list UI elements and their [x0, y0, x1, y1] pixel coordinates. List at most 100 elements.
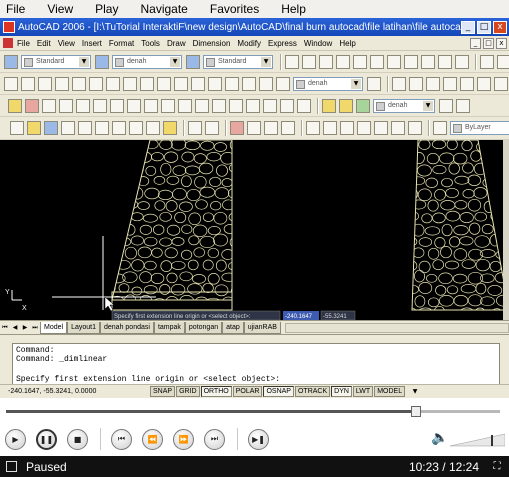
save-icon[interactable] [44, 121, 58, 135]
polygon-icon[interactable] [336, 54, 350, 69]
rotate-modify-icon[interactable] [144, 98, 158, 113]
new-file-icon[interactable] [10, 121, 24, 135]
first-tab-arrow-icon[interactable]: ⏮ [0, 322, 10, 333]
stretch-icon[interactable] [178, 98, 192, 113]
dimension-update-icon[interactable] [276, 76, 290, 91]
offset-icon[interactable] [93, 98, 107, 113]
explode-icon[interactable] [297, 98, 311, 113]
dim-style-combo[interactable]: denah ▼ [112, 54, 182, 69]
polar-toggle[interactable]: POLAR [232, 386, 263, 397]
quick-dimension-icon[interactable] [140, 76, 154, 91]
tab-ujianrab[interactable]: ujianRAB [243, 321, 281, 334]
break-icon[interactable] [229, 98, 243, 113]
tab-tampak[interactable]: tampak [153, 321, 185, 334]
previous-button[interactable]: ⏮ [111, 428, 132, 450]
line-icon[interactable] [285, 54, 299, 69]
zoom-previous-icon[interactable] [281, 121, 295, 135]
spline-icon[interactable] [421, 54, 435, 69]
menu-express[interactable]: Express [268, 39, 297, 48]
snap-midpoint-icon[interactable] [426, 76, 440, 91]
seek-track[interactable] [6, 406, 500, 417]
document-icon[interactable] [3, 38, 13, 48]
radius-dimension-icon[interactable] [72, 76, 86, 91]
aligned-dimension-icon[interactable] [21, 76, 35, 91]
rewind-button[interactable]: ⏪ [142, 428, 163, 450]
volume-slider[interactable] [450, 433, 505, 447]
fullscreen-icon[interactable]: ⛶ [491, 461, 503, 473]
baseline-dimension-icon[interactable] [157, 76, 171, 91]
menu-format[interactable]: Format [109, 39, 134, 48]
layer-previous-icon[interactable] [456, 98, 470, 113]
model-toggle[interactable]: MODEL [374, 386, 406, 397]
next-button[interactable]: ⏭ [204, 428, 225, 450]
match-properties-brush-icon[interactable] [163, 121, 177, 135]
autocad-app-icon[interactable] [3, 21, 15, 33]
player-menu-file[interactable]: File [6, 2, 25, 16]
play-button[interactable]: ▶ [5, 428, 26, 450]
menu-modify[interactable]: Modify [237, 39, 261, 48]
grid-toggle[interactable]: GRID [176, 386, 200, 397]
move-icon[interactable] [480, 54, 494, 69]
chamfer-icon[interactable] [263, 98, 277, 113]
polyline-icon[interactable] [319, 54, 333, 69]
tab-layout1[interactable]: Layout1 [67, 321, 100, 334]
doc-close-button[interactable]: x [496, 37, 507, 49]
ordinate-dimension-icon[interactable] [55, 76, 69, 91]
menu-insert[interactable]: Insert [82, 39, 102, 48]
undo-icon[interactable] [188, 121, 202, 135]
paste-icon[interactable] [146, 121, 160, 135]
arc-icon[interactable] [370, 54, 384, 69]
copy-icon[interactable] [59, 98, 73, 113]
help-icon[interactable] [408, 121, 422, 135]
player-menu-help[interactable]: Help [281, 2, 306, 16]
fast-forward-button[interactable]: ⏩ [173, 428, 194, 450]
text-icon[interactable] [42, 98, 56, 113]
vertical-scrollbar[interactable] [503, 140, 509, 320]
menu-dimension[interactable]: Dimension [193, 39, 231, 48]
ortho-toggle[interactable]: ORTHO [200, 386, 232, 397]
horizontal-scrollbar[interactable] [284, 322, 509, 333]
player-menu-view[interactable]: View [47, 2, 73, 16]
redo-icon[interactable] [205, 121, 219, 135]
extend-icon[interactable] [212, 98, 226, 113]
mirror-icon[interactable] [76, 98, 90, 113]
ellipse-icon[interactable] [438, 54, 452, 69]
snap-from-icon[interactable] [392, 76, 406, 91]
menu-file[interactable]: File [17, 39, 30, 48]
construction-line-icon[interactable] [302, 54, 316, 69]
open-folder-icon[interactable] [27, 121, 41, 135]
markup-icon[interactable] [374, 121, 388, 135]
tab-model[interactable]: Model [40, 321, 68, 334]
cut-icon[interactable] [112, 121, 126, 135]
snap-intersection-icon[interactable] [443, 76, 457, 91]
text-style-combo[interactable]: Standard ▼ [21, 54, 91, 69]
player-menu-navigate[interactable]: Navigate [140, 2, 187, 16]
tool-palettes-icon[interactable] [340, 121, 354, 135]
color-control-icon[interactable] [433, 121, 447, 135]
linear-dimension-icon[interactable] [4, 76, 18, 91]
lightbulb-icon[interactable] [339, 98, 353, 113]
snap-quadrant-icon[interactable] [494, 76, 508, 91]
rectangle-icon[interactable] [353, 54, 367, 69]
dimension-edit-icon[interactable] [242, 76, 256, 91]
maximize-button[interactable]: □ [477, 20, 491, 34]
design-center-icon[interactable] [323, 121, 337, 135]
menu-help[interactable]: Help [339, 39, 355, 48]
sun-icon[interactable] [356, 98, 370, 113]
print-icon[interactable] [61, 121, 75, 135]
pause-button[interactable]: ❚❚ [36, 428, 57, 450]
dimension-text-edit-icon[interactable] [259, 76, 273, 91]
publish-icon[interactable] [95, 121, 109, 135]
sheet-set-icon[interactable] [357, 121, 371, 135]
array-icon[interactable] [110, 98, 124, 113]
status-menu-arrow-icon[interactable]: ▼ [410, 386, 420, 397]
text-style-icon[interactable] [4, 54, 18, 69]
ellipse-arc-icon[interactable] [455, 54, 469, 69]
match-properties-icon[interactable] [25, 98, 39, 113]
join-icon[interactable] [246, 98, 260, 113]
lwt-toggle[interactable]: LWT [352, 386, 374, 397]
dimension-style-combo[interactable]: denah ▼ [293, 76, 363, 91]
close-button[interactable]: x [493, 20, 507, 34]
angular-dimension-icon[interactable] [123, 76, 137, 91]
menu-edit[interactable]: Edit [37, 39, 51, 48]
